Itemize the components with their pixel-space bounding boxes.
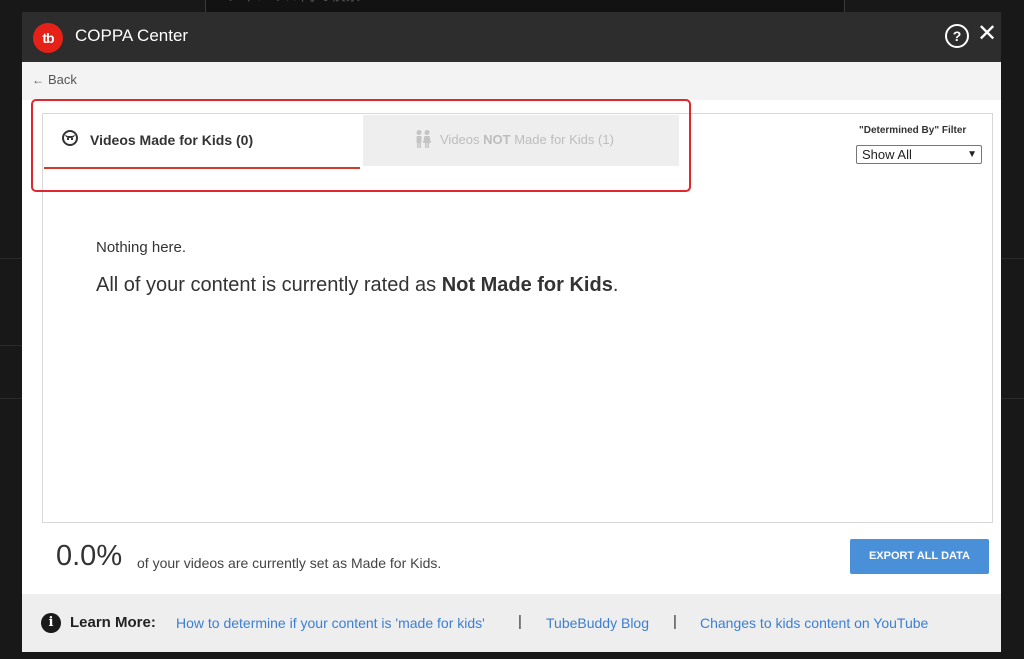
- background-divider: [1001, 398, 1024, 399]
- empty-state-title: Nothing here.: [96, 239, 187, 256]
- help-icon[interactable]: ?: [945, 24, 969, 48]
- back-label: Back: [48, 72, 77, 87]
- link-tubebuddy-blog[interactable]: TubeBuddy Blog: [546, 615, 649, 631]
- link-kids-content-changes[interactable]: Changes to kids content on YouTube: [700, 615, 928, 631]
- link-separator: |: [673, 613, 677, 630]
- learn-more-footer: i Learn More: How to determine if your c…: [22, 594, 1001, 652]
- export-all-data-button[interactable]: EXPORT ALL DATA: [850, 539, 989, 574]
- background-divider: [0, 398, 22, 399]
- close-icon[interactable]: ✕: [975, 22, 999, 46]
- info-icon: i: [41, 613, 61, 633]
- coppa-center-modal: tb COPPA Center ? ✕ ← Back Videos Made fo…: [22, 12, 1001, 652]
- tubebuddy-logo-icon: tb: [33, 23, 63, 53]
- back-link[interactable]: ← Back: [32, 72, 77, 87]
- background-divider: [0, 258, 22, 259]
- link-made-for-kids-guide[interactable]: How to determine if your content is 'mad…: [176, 615, 485, 631]
- learn-more-label: Learn More:: [70, 614, 156, 631]
- subheader-bar: ← Back: [22, 62, 1001, 100]
- filter-label: "Determined By" Filter: [859, 125, 967, 136]
- made-for-kids-percent: 0.0%: [56, 540, 123, 572]
- background-divider: [0, 345, 22, 346]
- back-arrow-icon: ←: [32, 73, 44, 87]
- modal-title: COPPA Center: [75, 26, 189, 45]
- percent-description: of your videos are currently set as Made…: [137, 555, 442, 571]
- modal-header: tb COPPA Center ? ✕: [22, 12, 1001, 62]
- determined-by-filter-select[interactable]: Show All ▼: [856, 145, 982, 164]
- filter-selected-value: Show All: [862, 147, 912, 162]
- chevron-down-icon: ▼: [967, 149, 977, 160]
- background-divider: [1001, 258, 1024, 259]
- annotation-highlight-box: [31, 99, 691, 192]
- link-separator: |: [518, 613, 522, 630]
- empty-state-message: All of your content is currently rated a…: [96, 274, 619, 296]
